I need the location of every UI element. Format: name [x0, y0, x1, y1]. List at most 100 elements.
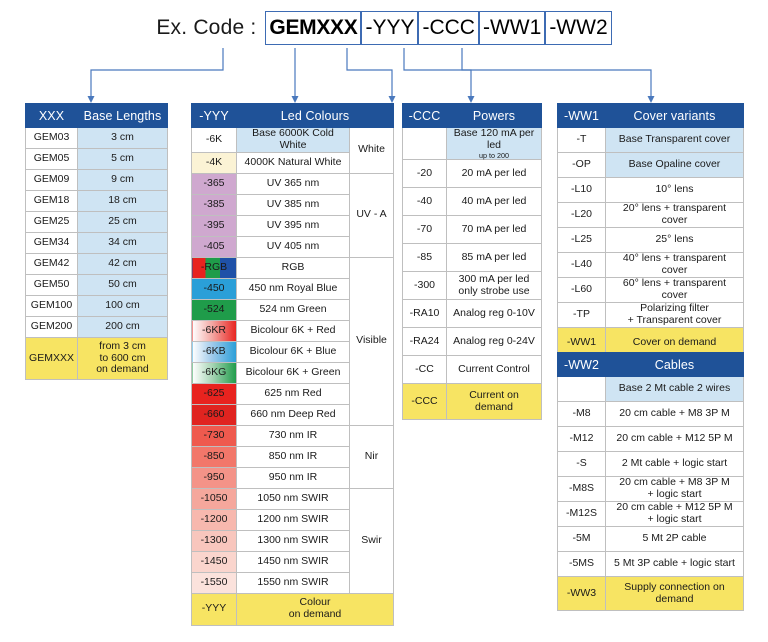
cell-description: Base Transparent cover: [605, 127, 744, 153]
table-row[interactable]: -1050 1050 nm SWIR Swir: [191, 487, 395, 594]
table-row[interactable]: -L20 20° lens + transparent cover: [557, 202, 744, 228]
cell-description: Supply connection on demand: [605, 576, 744, 611]
table-row[interactable]: -RA10 Analog reg 0-10V: [402, 299, 542, 329]
cell-code: -6KR: [191, 319, 237, 342]
cell-description: UV 365 nm: [236, 172, 350, 195]
table-row[interactable]: -365 UV 365 nm UV - A: [191, 172, 395, 258]
table-row[interactable]: -M12 20 cm cable + M12 5P M: [557, 426, 744, 452]
cell-description: 5 cm: [77, 148, 168, 170]
table-cables: -WW2 Cables Base 2 Mt cable 2 wires -M8 20…: [557, 352, 744, 611]
cell-description: Polarizing filter + Transparent cover: [605, 302, 744, 328]
cell-description: 660 nm Deep Red: [236, 403, 350, 426]
table-row[interactable]: -CC Current Control: [402, 355, 542, 385]
table-row-on-demand[interactable]: GEMXXX from 3 cm to 600 cm on demand: [25, 337, 168, 380]
cell-description: 1550 nm SWIR: [236, 571, 350, 594]
cell-group-label: Nir: [348, 424, 395, 489]
table-row[interactable]: Base 2 Mt cable 2 wires: [557, 376, 744, 402]
example-code-header: Ex. Code : GEMXXX -YYY -CCC -WW1 -WW2: [0, 8, 768, 48]
table-row[interactable]: -L40 40° lens + transparent cover: [557, 252, 744, 278]
table-row[interactable]: -300 300 mA per led only strobe use: [402, 271, 542, 301]
code-segment-yyy[interactable]: -YYY: [361, 11, 419, 45]
code-label: Ex. Code :: [156, 16, 257, 39]
cell-code: -L60: [557, 277, 606, 303]
cell-code: -RA10: [402, 299, 447, 329]
col-header-xxx: XXX: [25, 103, 78, 128]
table-header-row: -WW1 Cover variants: [557, 103, 744, 128]
code-segment-ww1[interactable]: -WW1: [478, 11, 546, 45]
cell-code: -WW3: [557, 576, 606, 611]
cell-code: -RA24: [402, 327, 447, 357]
cell-code: -20: [402, 159, 447, 189]
table-row[interactable]: -OP Base Opaline cover: [557, 152, 744, 178]
table-row-on-demand[interactable]: -WW3 Supply connection on demand: [557, 576, 744, 611]
table-row[interactable]: -M12S 20 cm cable + M12 5P M + logic start: [557, 501, 744, 527]
col-header-led-colours: Led Colours: [235, 103, 395, 128]
table-row[interactable]: GEM42 42 cm: [25, 253, 168, 275]
col-header-yyy: -YYY: [191, 103, 237, 128]
cell-description: 5 Mt 3P cable + logic start: [605, 551, 744, 577]
cell-description: 850 nm IR: [236, 445, 350, 468]
cell-code: GEM25: [25, 211, 78, 233]
table-row[interactable]: -TP Polarizing filter + Transparent cover: [557, 302, 744, 328]
code-segment-ccc[interactable]: -CCC: [418, 11, 479, 45]
table-row[interactable]: -70 70 mA per led: [402, 215, 542, 245]
cell-description: 1450 nm SWIR: [236, 550, 350, 573]
col-header-ww2: -WW2: [557, 352, 606, 377]
table-row[interactable]: -M8S 20 cm cable + M8 3P M + logic start: [557, 476, 744, 502]
table-row[interactable]: GEM18 18 cm: [25, 190, 168, 212]
code-segment-gemxxx[interactable]: GEMXXX: [265, 11, 362, 45]
table-row[interactable]: -20 20 mA per led: [402, 159, 542, 189]
cell-code: -YYY: [191, 592, 237, 626]
table-row[interactable]: -5MS 5 Mt 3P cable + logic start: [557, 551, 744, 577]
table-row[interactable]: -5M 5 Mt 2P cable: [557, 526, 744, 552]
cell-description: Bicolour 6K + Green: [236, 361, 350, 384]
cell-code: GEM09: [25, 169, 78, 191]
table-base-lengths: XXX Base Lengths GEM03 3 cm GEM05 5 cm GEM09…: [25, 103, 168, 380]
table-row[interactable]: -T Base Transparent cover: [557, 127, 744, 153]
col-header-ww1: -WW1: [557, 103, 606, 128]
table-row[interactable]: -L10 10° lens: [557, 177, 744, 203]
cell-description: 730 nm IR: [236, 424, 350, 447]
cell-code: -40: [402, 187, 447, 217]
table-row[interactable]: -RGB RGB Visible: [191, 256, 395, 426]
cell-description: 40 mA per led: [446, 187, 542, 217]
table-row[interactable]: -6K Base 6000K Cold White White: [191, 127, 395, 174]
table-row[interactable]: -L25 25° lens: [557, 227, 744, 253]
table-row[interactable]: -40 40 mA per led: [402, 187, 542, 217]
cell-description: 42 cm: [77, 253, 168, 275]
table-row[interactable]: GEM03 3 cm: [25, 127, 168, 149]
cell-description: 25 cm: [77, 211, 168, 233]
col-header-powers: Powers: [446, 103, 542, 128]
table-row[interactable]: -85 85 mA per led: [402, 243, 542, 273]
cell-description: Bicolour 6K + Red: [236, 319, 350, 342]
cell-code: -524: [191, 298, 237, 321]
cell-description: UV 385 nm: [236, 193, 350, 216]
cell-description: 20 cm cable + M8 3P M: [605, 401, 744, 427]
cell-code: GEM34: [25, 232, 78, 254]
table-row[interactable]: -730 730 nm IR Nir: [191, 424, 395, 489]
table-header-row: XXX Base Lengths: [25, 103, 168, 128]
cell-code: -395: [191, 214, 237, 237]
table-row[interactable]: GEM09 9 cm: [25, 169, 168, 191]
table-row-on-demand[interactable]: -CCC Current on demand: [402, 383, 542, 421]
table-row[interactable]: GEM05 5 cm: [25, 148, 168, 170]
table-row[interactable]: -RA24 Analog reg 0-24V: [402, 327, 542, 357]
table-row[interactable]: GEM25 25 cm: [25, 211, 168, 233]
table-row[interactable]: -L60 60° lens + transparent cover: [557, 277, 744, 303]
cell-description: Current on demand: [446, 383, 542, 421]
table-row[interactable]: GEM200 200 cm: [25, 316, 168, 338]
table-row[interactable]: Base 120 mA per led up to 200: [402, 126, 542, 161]
table-row[interactable]: -S 2 Mt cable + logic start: [557, 451, 744, 477]
table-row-on-demand[interactable]: -YYY Colour on demand: [191, 592, 395, 626]
cell-description: 1300 nm SWIR: [236, 529, 350, 552]
cell-description: Analog reg 0-24V: [446, 327, 542, 357]
cell-description: 4000K Natural White: [236, 151, 350, 174]
cell-code: GEM50: [25, 274, 78, 296]
code-segment-ww2[interactable]: -WW2: [545, 11, 612, 45]
table-row[interactable]: -M8 20 cm cable + M8 3P M: [557, 401, 744, 427]
table-row[interactable]: GEM34 34 cm: [25, 232, 168, 254]
cell-code: -70: [402, 215, 447, 245]
table-row[interactable]: GEM50 50 cm: [25, 274, 168, 296]
col-header-cables: Cables: [605, 352, 744, 377]
table-row[interactable]: GEM100 100 cm: [25, 295, 168, 317]
